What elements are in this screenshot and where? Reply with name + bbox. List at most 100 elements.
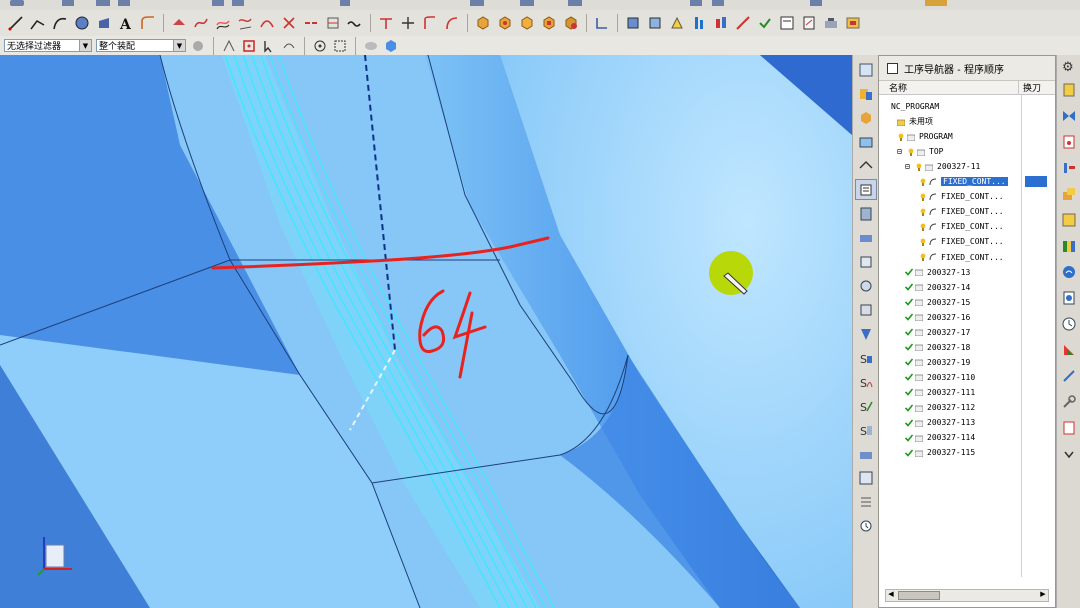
selection-scope-dropdown[interactable]: 整个装配 ▼ [96,39,186,52]
document-icon[interactable] [1059,417,1079,439]
clock-icon[interactable] [855,515,877,536]
tree-node[interactable]: 200327-114 [879,430,1055,445]
curve-length-icon[interactable] [420,13,440,33]
drill-icon[interactable] [855,323,877,344]
roles-icon[interactable] [855,299,877,320]
isoparametric-icon[interactable] [323,13,343,33]
extract-curve-icon[interactable] [279,13,299,33]
tree-node[interactable]: 200327-111 [879,385,1055,400]
wifi-icon[interactable] [1059,261,1079,283]
tree-node[interactable]: FIXED_CONT... [879,219,1055,234]
lasso-select-icon[interactable] [281,38,297,54]
solid-subtract-icon[interactable] [517,13,537,33]
analysis-icon[interactable] [1059,339,1079,361]
trim-icon[interactable] [191,13,211,33]
refresh-icon[interactable] [1059,287,1079,309]
type-filter-dropdown[interactable]: 无选择过滤器 ▼ [4,39,92,52]
collapse-icon[interactable]: ⊟ [897,147,905,156]
operation-navigator-icon[interactable] [854,179,877,200]
tree-node[interactable]: FIXED_CONT... [879,189,1055,204]
assembly-navigator-icon[interactable] [855,59,877,80]
tree-node[interactable]: PROGRAM [879,129,1055,144]
solid-intersect-icon[interactable] [539,13,559,33]
box-select-icon[interactable] [332,38,348,54]
tree-node[interactable]: 200327-19 [879,355,1055,370]
point-constructor-icon[interactable] [241,38,257,54]
chamfer-icon[interactable] [169,13,189,33]
part-navigator-icon[interactable] [855,107,877,128]
column-header-name[interactable]: 名称 [879,81,1019,94]
measure-distance-icon[interactable] [1059,365,1079,387]
simulate-icon[interactable] [843,13,863,33]
tree-node[interactable]: 200327-14 [879,280,1055,295]
shop-doc-icon[interactable] [799,13,819,33]
create-geometry-icon[interactable] [667,13,687,33]
constraint-navigator-icon[interactable] [855,83,877,104]
offset-curve-icon[interactable] [213,13,233,33]
zlevel-icon[interactable]: S [855,371,877,392]
tree-node[interactable]: 200327-18 [879,340,1055,355]
settings-gear-icon[interactable]: ⚙ [1062,60,1074,75]
tree-node[interactable]: 200327-16 [879,310,1055,325]
contour-icon[interactable]: S [855,395,877,416]
tree-node[interactable]: ⊟ 200327-11 [879,159,1055,174]
wrench-icon[interactable] [1059,391,1079,413]
planar-icon[interactable] [855,467,877,488]
select-all-icon[interactable] [190,38,206,54]
text-icon[interactable]: A [116,13,136,33]
tree-node[interactable]: 200327-15 [879,295,1055,310]
column-header-tool-change[interactable]: 换刀 [1019,81,1055,94]
join-curve-icon[interactable] [301,13,321,33]
system-materials-icon[interactable] [855,251,877,272]
scroll-right-icon[interactable]: ▶ [1038,590,1048,599]
tree-node[interactable]: 未用项 [879,114,1055,129]
verify-path-icon[interactable] [755,13,775,33]
generate-path-icon[interactable] [733,13,753,33]
tree-node[interactable]: 200327-17 [879,325,1055,340]
transform-icon[interactable] [1059,183,1079,205]
snap-point-icon[interactable] [221,38,237,54]
tree-node[interactable]: NC_PROGRAM [879,99,1055,114]
polyline-icon[interactable] [28,13,48,33]
line-icon[interactable] [6,13,26,33]
object-display-icon[interactable] [1059,209,1079,231]
wave-curve-icon[interactable] [345,13,365,33]
align-icon[interactable] [1059,157,1079,179]
finish-icon[interactable] [855,443,877,464]
thread-icon[interactable] [855,491,877,512]
layer-icon[interactable] [1059,131,1079,153]
measure-icon[interactable] [592,13,612,33]
postprocess-icon[interactable] [777,13,797,33]
color-palette-icon[interactable] [1059,235,1079,257]
tree-node[interactable]: 200327-113 [879,415,1055,430]
tree-node[interactable]: FIXED_CONT... [879,204,1055,219]
graphics-viewport[interactable]: 64 [0,55,852,608]
create-program-icon[interactable] [623,13,643,33]
bolt-icon[interactable] [94,13,114,33]
tree-node[interactable]: FIXED_CONT... [879,250,1055,265]
view-shaded-icon[interactable] [363,38,379,54]
top-toolbar-icons[interactable] [0,0,1080,10]
ipw-icon[interactable] [821,13,841,33]
new-part-icon[interactable] [1059,79,1079,101]
tree-node[interactable]: 200327-112 [879,400,1055,415]
fillet-icon[interactable] [138,13,158,33]
tree-node[interactable]: FIXED_CONT... [879,234,1055,249]
bowtie-icon[interactable] [1059,105,1079,127]
cavity-mill-icon[interactable]: S [855,347,877,368]
tree-node[interactable]: FIXED_CONT... [879,174,1055,189]
collapse-icon[interactable]: ⊟ [905,162,913,171]
tree-node[interactable]: 200327-110 [879,370,1055,385]
horizontal-scrollbar[interactable]: ◀ ▶ [885,589,1049,602]
process-studio-icon[interactable] [855,275,877,296]
reuse-library-icon[interactable] [855,131,877,152]
extend-icon[interactable] [376,13,396,33]
tree-node[interactable]: 200327-13 [879,265,1055,280]
create-operation-icon[interactable] [711,13,731,33]
center-point-icon[interactable] [312,38,328,54]
tree-node[interactable]: ⊟ TOP [879,144,1055,159]
scroll-down-icon[interactable] [1059,443,1079,465]
divide-curve-icon[interactable] [398,13,418,33]
circle-icon[interactable] [72,13,92,33]
bridge-curve-icon[interactable] [257,13,277,33]
